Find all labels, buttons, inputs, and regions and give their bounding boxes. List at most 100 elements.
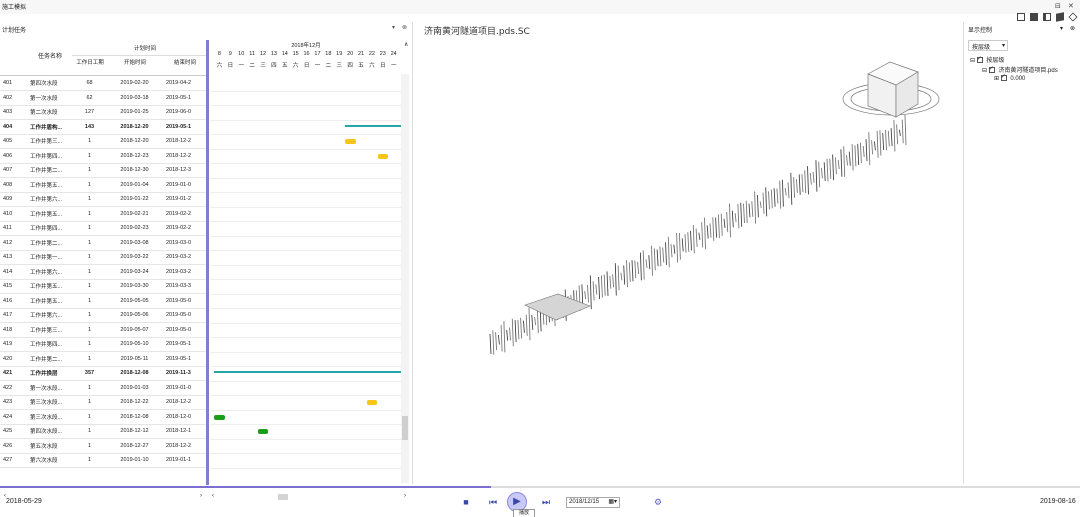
pin-icon[interactable]: ▾ (392, 24, 395, 31)
gantt-weekday: 二 (325, 63, 332, 69)
checkbox[interactable] (976, 55, 983, 63)
tunnel-segment (587, 284, 589, 303)
gantt-task-bar-active[interactable] (214, 414, 225, 420)
table-row[interactable]: 407 工作井第二... 1 2018-12-30 2018-12-3 (0, 163, 206, 178)
step-back-button[interactable]: ⏮ (487, 496, 499, 508)
close-window-button[interactable]: ✕ (1068, 2, 1074, 10)
tree-level[interactable]: ⊞ 0.000 (994, 73, 1025, 82)
table-row[interactable]: 420 工作井第二... 1 2019-05-11 2019-05-1 (0, 351, 206, 367)
gantt-task-bar[interactable] (366, 400, 378, 405)
tunnel-segment (497, 334, 500, 345)
table-row[interactable]: 413 工作井第一... 1 2019-03-22 2019-03-2 (0, 250, 206, 265)
tunnel-segment (503, 321, 506, 353)
display-control-panel: 显示控制 ▾ ⊗ 按层级 ▾ ⊟ 按层级 ⊟ 济南黄河隧道项目.pds ⊞ 0.… (963, 22, 1080, 484)
table-row[interactable]: 424 第三次水段... 1 2018-12-08 2018-12-0 (0, 409, 206, 425)
tunnel-segment (659, 246, 662, 267)
tunnel-segment (868, 132, 871, 166)
tunnel-segment (745, 200, 748, 223)
tree-expand-icon[interactable]: ⊟ (970, 58, 975, 64)
view-cube[interactable] (842, 61, 940, 118)
gantt-task-bar-active[interactable] (257, 429, 269, 434)
table-row[interactable]: 402 第一次水段 62 2019-03-18 2019-05-1 (0, 90, 206, 106)
tunnel-segment (873, 141, 876, 151)
right-pin-icon[interactable]: ▾ (1060, 25, 1063, 32)
gantt-summary-bar[interactable] (214, 371, 402, 373)
panel-close-icon[interactable]: ⊗ (402, 24, 407, 31)
gantt-collapse-icon[interactable]: ∧ (404, 41, 408, 48)
stop-button[interactable]: ■ (460, 496, 472, 508)
table-row[interactable]: 409 工作井第六... 1 2019-01-22 2019-01-2 (0, 192, 206, 207)
tree-root[interactable]: ⊟ 按层级 (970, 55, 1004, 64)
row-id: 425 (0, 424, 22, 439)
gantt-day: 20 (347, 51, 354, 57)
checkbox[interactable] (1000, 73, 1007, 81)
gantt-weekday: 一 (314, 63, 321, 69)
tree-project[interactable]: ⊟ 济南黄河隧道项目.pds (982, 65, 1058, 74)
table-row[interactable]: 404 工作井盾构... 143 2018-12-20 2019-05-1 (0, 119, 206, 135)
table-row[interactable]: 425 第四次水段... 1 2018-12-12 2018-12-1 (0, 424, 206, 439)
header-duration[interactable]: 工作日工期 (72, 58, 108, 66)
view-iso-icon[interactable] (1056, 12, 1064, 22)
view-side-icon[interactable] (1043, 13, 1051, 21)
tree-expand-icon[interactable]: ⊞ (994, 76, 999, 82)
table-row[interactable]: 406 工作井第四... 1 2018-12-23 2018-12-2 (0, 148, 206, 164)
table-row[interactable]: 401 第四次水段 68 2019-02-20 2019-04-2 (0, 76, 206, 91)
right-close-icon[interactable]: ⊗ (1070, 25, 1075, 32)
checkbox[interactable] (988, 65, 995, 73)
gantt-summary-bar[interactable] (344, 124, 402, 127)
calendar-icon[interactable]: ▦▾ (608, 498, 617, 507)
step-forward-button[interactable]: ⏭ (540, 496, 552, 508)
tree-expand-icon[interactable]: ⊟ (982, 68, 987, 74)
view-solid-icon[interactable] (1030, 13, 1038, 21)
mode-select[interactable]: 按层级 ▾ (968, 40, 1008, 51)
header-end[interactable]: 结束时间 (165, 58, 205, 66)
tunnel-segment (890, 128, 893, 147)
restore-button[interactable]: ⊟ (1055, 2, 1061, 10)
table-row[interactable]: 427 第六次水段 1 2019-01-10 2019-01-1 (0, 453, 206, 468)
tunnel-segment (681, 238, 684, 252)
gantt-task-bar[interactable] (344, 139, 356, 144)
task-grid: 401 第四次水段 68 2019-02-20 2019-04-2 402 第一次水段 62 2… (0, 76, 206, 468)
tunnel-model[interactable] (418, 22, 963, 484)
view-front-icon[interactable] (1017, 13, 1025, 21)
app-window: 施工模拟 ⊟ ✕ 计划任务 ▾ ⊗ 任务名称 计划时间 工作日工期 开始时间 结… (0, 0, 1080, 517)
gantt-weekday: 二 (249, 63, 255, 69)
layers-icon[interactable] (1068, 12, 1078, 22)
header-name[interactable]: 任务名称 (30, 51, 70, 60)
tunnel-segment (756, 194, 759, 218)
row-end: 2019-02-2 (162, 221, 206, 236)
gantt-task-bar[interactable] (377, 153, 389, 159)
table-row[interactable]: 423 第三次水段... 1 2018-12-22 2018-12-2 (0, 395, 206, 410)
table-row[interactable]: 405 工作井第三... 1 2018-12-20 2018-12-2 (0, 134, 206, 149)
tunnel-segment (793, 177, 796, 198)
row-start: 2019-01-04 (107, 177, 162, 193)
header-start[interactable]: 开始时间 (110, 58, 160, 66)
window-title: 施工模拟 (2, 5, 27, 11)
table-row[interactable]: 416 工作井第五... 1 2019-05-05 2019-05-0 (0, 293, 206, 309)
table-row[interactable]: 417 工作井第六... 1 2019-05-06 2019-05-0 (0, 308, 206, 323)
table-row[interactable]: 422 第一次水段... 1 2019-01-03 2019-01-0 (0, 380, 206, 396)
row-start: 2019-03-24 (107, 264, 162, 280)
table-row[interactable]: 421 工作井换层 357 2018-12-08 2019-11-3 (0, 366, 206, 381)
settings-gear-icon[interactable]: ⚙ (652, 496, 664, 508)
pane-splitter[interactable] (206, 40, 209, 485)
gantt-weekday: 五 (282, 63, 288, 69)
row-end: 2019-03-3 (162, 279, 206, 294)
table-row[interactable]: 426 第五次水段 1 2018-12-27 2018-12-2 (0, 438, 206, 454)
table-row[interactable]: 419 工作井第四... 1 2019-05-10 2019-05-1 (0, 337, 206, 352)
table-row[interactable]: 403 第二次水段 127 2019-01-25 2019-06-0 (0, 105, 206, 120)
table-row[interactable]: 414 工作井第六... 1 2019-03-24 2019-03-2 (0, 264, 206, 280)
row-start: 2018-12-23 (107, 148, 162, 164)
table-row[interactable]: 410 工作井第五... 1 2019-02-21 2019-02-2 (0, 206, 206, 222)
table-row[interactable]: 412 工作井第二... 1 2019-03-08 2019-03-0 (0, 235, 206, 251)
table-row[interactable]: 411 工作井第四... 1 2019-02-23 2019-02-2 (0, 221, 206, 236)
table-row[interactable]: 415 工作井第五... 1 2019-03-30 2019-03-3 (0, 279, 206, 294)
gantt-vscroll-thumb[interactable] (402, 416, 408, 440)
row-end: 2019-11-3 (162, 366, 206, 381)
current-date-field[interactable]: 2018/12/15 ▦▾ (566, 497, 620, 508)
table-row[interactable]: 418 工作井第三... 1 2019-05-07 2019-05-0 (0, 322, 206, 338)
table-row[interactable]: 408 工作井第五... 1 2019-01-04 2019-01-0 (0, 177, 206, 193)
3d-view[interactable]: 济南黄河隧道项目.pds.SC (418, 22, 963, 484)
row-duration: 143 (72, 119, 107, 135)
row-end: 2019-05-1 (162, 90, 206, 106)
